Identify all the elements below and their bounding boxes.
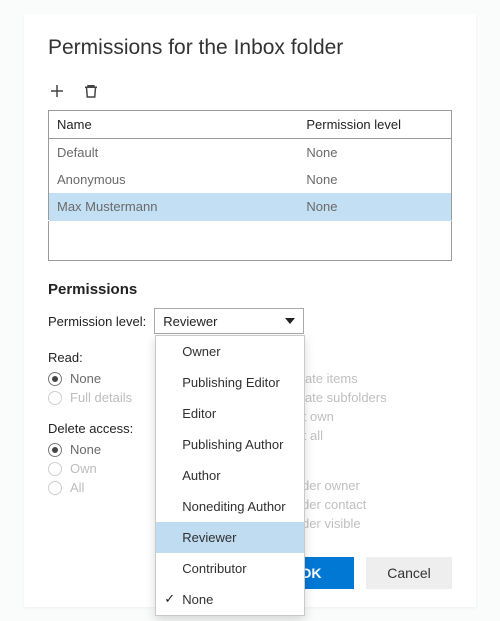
level-option[interactable]: Publishing Author xyxy=(156,429,304,460)
permissions-heading: Permissions xyxy=(48,281,452,298)
delete-user-button[interactable] xyxy=(82,82,100,100)
cell-name: Max Mustermann xyxy=(49,193,299,221)
radio-icon xyxy=(48,481,62,495)
cell-name: Default xyxy=(49,139,299,167)
permission-level-value: Reviewer xyxy=(163,314,217,329)
check-icon: ✓ xyxy=(164,591,175,607)
permission-level-options: Owner Publishing Editor Editor Publishin… xyxy=(155,335,305,616)
user-permissions-table: Name Permission level Default None Anony… xyxy=(48,110,452,261)
level-option[interactable]: Editor xyxy=(156,398,304,429)
cell-level: None xyxy=(298,139,451,167)
cell-name: Anonymous xyxy=(49,166,299,193)
level-option[interactable]: Author xyxy=(156,460,304,491)
cancel-button[interactable]: Cancel xyxy=(366,557,452,589)
permission-level-row: Permission level: Reviewer Owner Publish… xyxy=(48,308,452,334)
chevron-down-icon xyxy=(285,318,295,324)
table-row[interactable]: Max Mustermann None xyxy=(49,193,452,221)
permission-level-dropdown[interactable]: Reviewer Owner Publishing Editor Editor … xyxy=(154,308,304,334)
column-header-name[interactable]: Name xyxy=(49,111,299,139)
table-row[interactable]: Default None xyxy=(49,139,452,167)
plus-icon xyxy=(48,82,66,100)
level-option[interactable]: Owner xyxy=(156,336,304,367)
level-option[interactable]: Contributor xyxy=(156,553,304,584)
level-option[interactable]: ✓None xyxy=(156,584,304,615)
toolbar xyxy=(48,82,452,100)
cell-level: None xyxy=(298,166,451,193)
table-empty-area xyxy=(49,221,452,261)
radio-icon xyxy=(48,391,62,405)
radio-icon xyxy=(48,462,62,476)
table-row[interactable]: Anonymous None xyxy=(49,166,452,193)
level-option[interactable]: Reviewer xyxy=(156,522,304,553)
permissions-dialog: Permissions for the Inbox folder Name Pe… xyxy=(24,14,476,607)
add-user-button[interactable] xyxy=(48,82,66,100)
radio-icon xyxy=(48,372,62,386)
column-header-level[interactable]: Permission level xyxy=(298,111,451,139)
permission-level-label: Permission level: xyxy=(48,314,146,329)
level-option[interactable]: Publishing Editor xyxy=(156,367,304,398)
level-option[interactable]: Nonediting Author xyxy=(156,491,304,522)
trash-icon xyxy=(82,82,100,100)
dialog-title: Permissions for the Inbox folder xyxy=(48,36,452,60)
radio-icon xyxy=(48,443,62,457)
cell-level: None xyxy=(298,193,451,221)
